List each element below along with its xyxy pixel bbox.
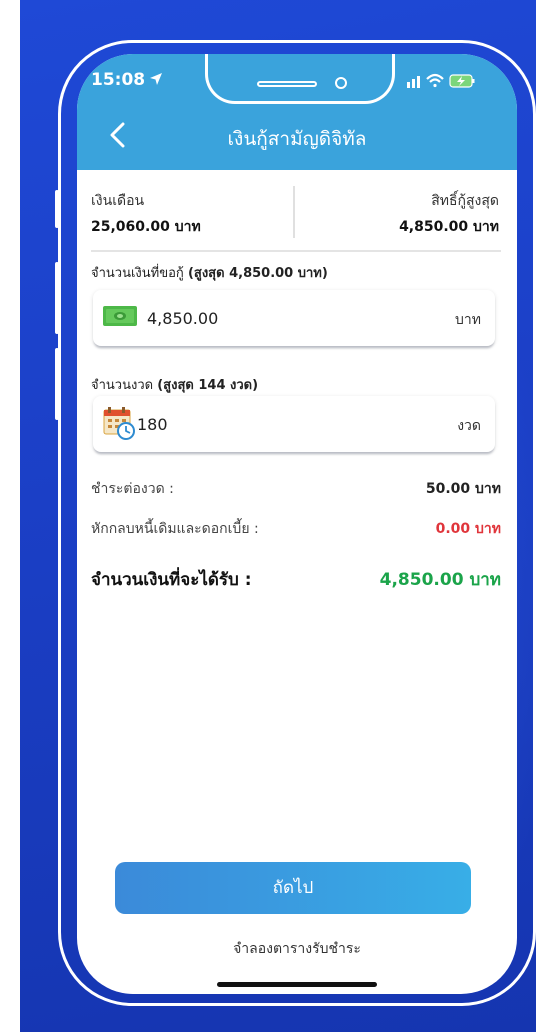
- installments-label-text: จำนวนงวด: [91, 378, 154, 393]
- installments-label: จำนวนงวด (สูงสุด 144 งวด): [91, 374, 258, 395]
- signal-icon: [407, 76, 420, 88]
- loan-amount-input[interactable]: 4,850.00 บาท: [93, 290, 495, 346]
- calendar-clock-icon: [103, 407, 135, 440]
- installments-value: 180: [137, 415, 168, 434]
- status-icons: [407, 73, 475, 88]
- status-time: 15:08: [91, 70, 146, 90]
- loan-amount-value: 4,850.00: [147, 309, 219, 328]
- salary-value: 25,060.00 บาท: [91, 219, 201, 235]
- app-screen: 15:08 เงินกู้สามัญดิจิทัล เงินเดือน 25,0…: [77, 54, 517, 994]
- per-installment-row: ชำระต่องวด : 50.00 บาท: [91, 478, 501, 502]
- phone-volume-up: [55, 262, 59, 334]
- page-title: เงินกู้สามัญดิจิทัล: [227, 128, 367, 150]
- payment-schedule-link[interactable]: จำลองตารางรับชำระ: [77, 938, 517, 960]
- location-arrow-icon: [150, 73, 162, 85]
- deduction-value: 0.00 บาท: [435, 521, 501, 537]
- app-header: 15:08 เงินกู้สามัญดิจิทัล: [77, 54, 517, 170]
- loan-amount-limit: (สูงสุด 4,850.00 บาท): [187, 266, 328, 281]
- deduction-label: หักกลบหนี้เดิมและดอกเบี้ย :: [91, 521, 259, 537]
- installments-unit: งวด: [457, 418, 481, 434]
- camera-icon: [335, 77, 347, 89]
- installments-limit: (สูงสุด 144 งวด): [157, 378, 259, 393]
- speaker-icon: [257, 81, 317, 87]
- installments-input[interactable]: 180 งวด: [93, 396, 495, 452]
- info-divider: [293, 186, 295, 238]
- deduction-row: หักกลบหนี้เดิมและดอกเบี้ย : 0.00 บาท: [91, 518, 501, 542]
- home-indicator: [217, 982, 377, 987]
- next-button[interactable]: ถัดไป: [115, 862, 471, 914]
- max-loan-label: สิทธิ์กู้สูงสุด: [431, 193, 499, 209]
- total-row: จำนวนเงินที่จะได้รับ : 4,850.00 บาท: [91, 566, 501, 596]
- per-installment-label: ชำระต่องวด :: [91, 481, 174, 497]
- salary-label: เงินเดือน: [91, 193, 145, 209]
- battery-icon: [449, 74, 475, 88]
- money-icon: [103, 306, 137, 326]
- wifi-icon: [426, 73, 444, 88]
- loan-amount-unit: บาท: [455, 312, 481, 328]
- notch: [205, 54, 395, 104]
- per-installment-value: 50.00 บาท: [425, 481, 501, 497]
- divider: [91, 250, 501, 252]
- total-label: จำนวนเงินที่จะได้รับ :: [91, 570, 252, 590]
- max-loan-value: 4,850.00 บาท: [399, 219, 499, 235]
- loan-amount-label-text: จำนวนเงินที่ขอกู้: [91, 266, 184, 281]
- loan-amount-label: จำนวนเงินที่ขอกู้ (สูงสุด 4,850.00 บาท): [91, 262, 328, 283]
- phone-volume-down: [55, 348, 59, 420]
- loan-info: เงินเดือน 25,060.00 บาท สิทธิ์กู้สูงสุด …: [77, 170, 517, 248]
- phone-power-button: [533, 288, 537, 398]
- total-value: 4,850.00 บาท: [379, 570, 501, 590]
- phone-side-button: [55, 190, 59, 228]
